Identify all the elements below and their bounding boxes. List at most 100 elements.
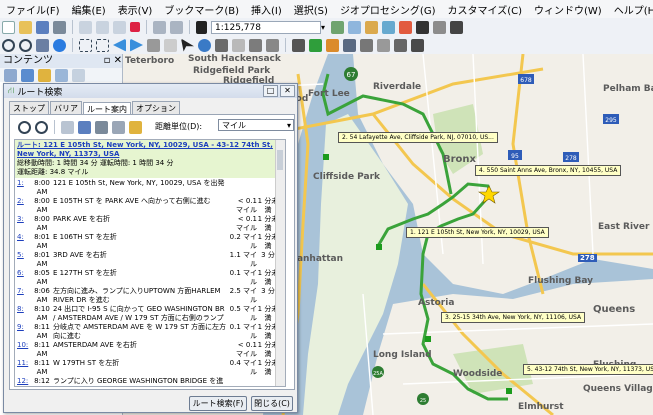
direction-num[interactable]: 3:: [17, 215, 31, 231]
fixed-zoom-in-icon[interactable]: [79, 38, 92, 52]
forward-icon[interactable]: [130, 38, 143, 52]
list-by-source-icon[interactable]: [21, 68, 34, 82]
maximize-button[interactable]: □: [263, 85, 278, 97]
new-document-icon[interactable]: [2, 20, 15, 34]
time-slider-icon[interactable]: [343, 38, 356, 52]
tab-options[interactable]: オプション: [132, 101, 180, 115]
direction-row[interactable]: 1: 8:00 AM 121 E 105th St, New York, NY, 1…: [15, 178, 285, 196]
direction-num[interactable]: 7:: [17, 287, 31, 303]
clear-selection-icon[interactable]: [164, 38, 177, 52]
direction-num[interactable]: 6:: [17, 269, 31, 285]
copy-icon[interactable]: [96, 20, 109, 34]
zoom-in-icon[interactable]: [18, 120, 31, 134]
direction-num[interactable]: 5:: [17, 251, 31, 267]
direction-num[interactable]: 11:: [17, 359, 31, 375]
catalog-icon[interactable]: [365, 20, 379, 34]
open-icon[interactable]: [19, 20, 32, 34]
save-icon[interactable]: [78, 120, 91, 134]
menu-item[interactable]: ファイル(F): [0, 2, 66, 17]
zoom-out-icon[interactable]: [19, 38, 32, 52]
map-scale-input[interactable]: 1:125,778: [211, 20, 321, 34]
direction-row[interactable]: 3: 8:00 AM PARK AVE を右折 < 0.1 マイル 1 分未満: [15, 214, 285, 232]
chevron-down-icon[interactable]: ▾: [321, 23, 325, 32]
direction-row[interactable]: 2: 8:00 AM E 105TH ST を PARK AVE へ向かって右側に進…: [15, 196, 285, 214]
table-icon[interactable]: [348, 20, 362, 34]
save-icon[interactable]: [36, 20, 49, 34]
options-icon[interactable]: [72, 68, 85, 82]
menu-item[interactable]: 編集(E): [66, 2, 112, 17]
direction-num[interactable]: 4:: [17, 233, 31, 249]
model-builder-icon[interactable]: [433, 20, 447, 34]
direction-row[interactable]: 7: 8:06 AM 左方向に進み、ランプに入りUPTOWN 方面HARLEM RI…: [15, 286, 285, 304]
tab-stops[interactable]: ストップ: [9, 101, 49, 115]
tab-barriers[interactable]: バリア: [50, 101, 82, 115]
zoom-out-icon[interactable]: [35, 120, 48, 134]
direction-row[interactable]: 10: 8:11 AM AMSTERDAM AVE を右折 < 0.1 マイル 1 分未…: [15, 340, 285, 358]
route-link[interactable]: ルート: 121 E 105th St, New York, NY, 10029…: [17, 141, 273, 158]
menu-item[interactable]: ウィンドウ(W): [528, 2, 608, 17]
full-extent-icon[interactable]: [53, 38, 66, 52]
print-preview-icon[interactable]: [112, 120, 125, 134]
identify-icon[interactable]: [198, 38, 211, 52]
direction-row[interactable]: 11: 8:11 AM W 179TH ST を左折 0.4 マイル 1 分未満: [15, 358, 285, 376]
search-window-icon[interactable]: [382, 20, 396, 34]
delete-icon[interactable]: [130, 22, 140, 32]
binoculars-icon[interactable]: [292, 38, 305, 52]
html-popup-icon[interactable]: [232, 38, 245, 52]
zoom-in-icon[interactable]: [2, 38, 15, 52]
direction-num[interactable]: 9:: [17, 323, 31, 339]
close-dialog-button[interactable]: 閉じる(C): [251, 396, 293, 411]
direction-row[interactable]: 5: 8:01 AM 3RD AVE を右折 1.1 マイル 3 分: [15, 250, 285, 268]
menu-item[interactable]: ヘルプ(H): [608, 2, 653, 17]
directions-list[interactable]: ルート: 121 E 105th St, New York, NY, 10029…: [14, 139, 286, 387]
direction-row[interactable]: 12:8:12 AMランプに入り GEORGE WASHINGTON BRIDG…: [15, 376, 285, 386]
direction-num[interactable]: 1:: [17, 179, 31, 195]
python-icon[interactable]: [416, 20, 430, 34]
hyperlink-icon[interactable]: [215, 38, 228, 52]
close-button[interactable]: ✕: [280, 85, 295, 97]
menu-item[interactable]: 挿入(I): [245, 2, 288, 17]
dialog-titlebar[interactable]: ⛙ ルート検索 □ ✕: [4, 84, 297, 98]
more-tools-icon[interactable]: [450, 20, 464, 34]
overflow-icon[interactable]: [411, 38, 424, 52]
scrollbar[interactable]: [275, 140, 285, 386]
select-features-icon[interactable]: [147, 38, 160, 52]
fixed-zoom-out-icon[interactable]: [96, 38, 109, 52]
list-by-selection-icon[interactable]: [55, 68, 68, 82]
menu-item[interactable]: ブックマーク(B): [158, 2, 245, 17]
pin-icon[interactable]: ▫ ✕: [104, 54, 122, 68]
direction-num[interactable]: 8:: [17, 305, 31, 321]
scroll-thumb[interactable]: [277, 150, 283, 170]
direction-num[interactable]: 12:: [17, 377, 31, 386]
copy-icon[interactable]: [61, 120, 74, 134]
solve-route-button[interactable]: ルート検索(F): [189, 396, 247, 411]
add-data-icon[interactable]: [196, 20, 207, 34]
unit-select[interactable]: マイル: [218, 119, 294, 132]
redo-icon[interactable]: [170, 20, 183, 34]
menu-item[interactable]: 選択(S): [288, 2, 334, 17]
print-icon[interactable]: [95, 120, 108, 134]
options-icon[interactable]: [129, 120, 142, 134]
layout-icon[interactable]: [360, 38, 373, 52]
direction-num[interactable]: 10:: [17, 341, 31, 357]
menu-item[interactable]: ジオプロセシング(G): [334, 2, 442, 17]
print-icon[interactable]: [53, 20, 66, 34]
goto-xy-icon[interactable]: [326, 38, 339, 52]
route-icon[interactable]: [309, 38, 322, 52]
back-icon[interactable]: [113, 38, 126, 52]
select-elements-icon[interactable]: [181, 38, 194, 52]
direction-row[interactable]: 6: 8:05 AM E 127TH ST を左折 0.1 マイル 1 分未満: [15, 268, 285, 286]
list-by-visibility-icon[interactable]: [38, 68, 51, 82]
swipe-icon[interactable]: [394, 38, 407, 52]
viewer-icon[interactable]: [377, 38, 390, 52]
find-icon[interactable]: [266, 38, 279, 52]
direction-row[interactable]: 8: 8:10 AM 24 出口で I-95 S に向かって GEO WASHING…: [15, 304, 285, 322]
direction-row[interactable]: 4: 8:01 AM E 106TH ST を左折 0.2 マイル 1 分未満: [15, 232, 285, 250]
menu-item[interactable]: カスタマイズ(C): [442, 2, 529, 17]
measure-icon[interactable]: [249, 38, 262, 52]
direction-num[interactable]: 2:: [17, 197, 31, 213]
editor-icon[interactable]: [331, 20, 345, 34]
list-by-drawing-order-icon[interactable]: [4, 68, 17, 82]
undo-icon[interactable]: [153, 20, 166, 34]
cut-icon[interactable]: [79, 20, 92, 34]
